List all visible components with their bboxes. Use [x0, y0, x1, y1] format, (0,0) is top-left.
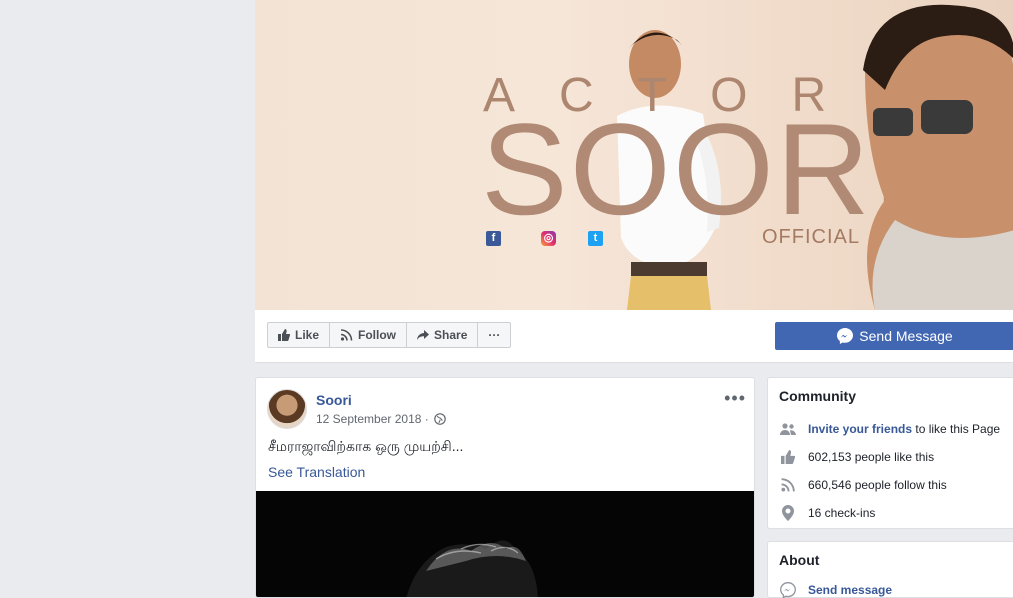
- messenger-icon: [780, 582, 796, 598]
- likes-count: 602,153 people like this: [808, 450, 935, 464]
- globe-icon: [433, 413, 446, 425]
- map-pin-icon: [780, 505, 796, 521]
- about-card: About Send message: [767, 541, 1013, 598]
- cover-official-label: OFFICIAL: [762, 226, 861, 248]
- post-photo-content: [406, 540, 538, 597]
- follows-row: 660,546 people follow this: [780, 477, 947, 493]
- page-action-bar: Like Follow Share ··· Send Message: [255, 310, 1013, 363]
- post-timestamp[interactable]: 12 September 2018 ·: [316, 412, 446, 426]
- checkins-count: 16 check-ins: [808, 506, 876, 520]
- facebook-icon: f: [486, 231, 501, 246]
- invite-rest-text: to like this Page: [912, 422, 1001, 436]
- community-title: Community: [779, 388, 856, 404]
- send-message-label: Send Message: [859, 328, 953, 344]
- community-card: Community Invite your friends to like th…: [767, 377, 1013, 529]
- instagram-icon: ◎: [541, 231, 556, 246]
- about-send-message-link[interactable]: Send message: [808, 583, 892, 597]
- post-card: Soori 12 September 2018 · ••• சீமராஜாவிற…: [255, 377, 755, 598]
- post-options-button[interactable]: •••: [724, 388, 746, 409]
- like-label: Like: [295, 328, 320, 342]
- about-title: About: [779, 552, 820, 568]
- share-arrow-icon: [417, 330, 430, 340]
- follow-label: Follow: [358, 328, 397, 342]
- thumbs-up-icon: [278, 329, 290, 341]
- avatar[interactable]: [267, 389, 307, 429]
- like-button[interactable]: Like: [267, 322, 331, 348]
- follow-button[interactable]: Follow: [329, 322, 408, 348]
- see-translation-link[interactable]: See Translation: [268, 464, 365, 480]
- twitter-icon: t: [588, 231, 603, 246]
- checkins-row: 16 check-ins: [780, 505, 875, 521]
- about-send-message-row: Send message: [780, 582, 892, 598]
- rss-icon: [340, 329, 353, 341]
- rss-icon: [780, 477, 796, 493]
- likes-row: 602,153 people like this: [780, 449, 934, 465]
- cover-title-name: SOORI: [481, 96, 910, 242]
- messenger-icon: [837, 328, 854, 344]
- more-options-label: ···: [488, 328, 501, 342]
- cover-person-closeup: [863, 4, 1013, 310]
- more-options-button[interactable]: ···: [477, 322, 512, 348]
- cover-photo[interactable]: ACTOR SOORI f ◎ t OFFICIAL: [255, 0, 1013, 310]
- share-button[interactable]: Share: [406, 322, 479, 348]
- share-label: Share: [434, 328, 468, 342]
- post-photo[interactable]: [256, 491, 754, 597]
- thumbs-up-icon: [780, 449, 796, 465]
- post-date-text: 12 September 2018 ·: [316, 412, 429, 426]
- post-message: சீமராஜாவிற்காக ஒரு முயற்சி...: [268, 438, 464, 454]
- invite-friends-row: Invite your friends to like this Page: [780, 421, 1000, 437]
- post-author-link[interactable]: Soori: [316, 392, 352, 408]
- people-icon: [780, 421, 796, 437]
- send-message-button[interactable]: Send Message: [775, 322, 1013, 350]
- invite-friends-link[interactable]: Invite your friends: [808, 422, 912, 436]
- follows-count: 660,546 people follow this: [808, 478, 947, 492]
- page-actions-group: Like Follow Share ···: [267, 322, 512, 348]
